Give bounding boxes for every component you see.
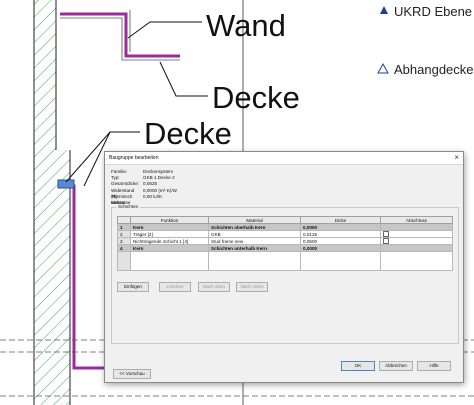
column-header[interactable]: Funktion [130,216,209,224]
preview-button[interactable]: << Vorschau [113,369,151,379]
cell-abschluss [380,237,453,245]
delete-button[interactable]: Löschen [159,282,191,292]
cell-dicke[interactable]: 0,0500 [300,237,381,245]
insert-button[interactable]: Einfügen [117,282,149,292]
property-value [143,200,291,206]
cell-material[interactable]: Schichten unterhalb Kern [208,244,301,252]
move-down-button[interactable]: Nach unten [236,282,268,292]
cell-abschluss [380,244,453,252]
cell-abschluss [380,223,453,231]
cell-dicke[interactable]: 0,0000 [300,223,381,231]
wall-finish-line-lower [70,184,104,370]
row-number[interactable]: 4 [117,244,131,252]
table-row[interactable]: 2 Träger [2] GKB 0,0125 [117,230,453,238]
row-number[interactable]: 1 [117,223,131,231]
dialog-titlebar[interactable]: Baugruppe bearbeiten × [105,152,463,165]
layers-group: Schichten Funktion Material Dicke Abschl… [111,204,459,344]
layers-table: Funktion Material Dicke Abschluss 1 Kern… [117,216,453,271]
leader-line-wand [127,21,202,39]
edit-assembly-dialog: Baugruppe bearbeiten × Familie: Deckensy… [104,151,464,383]
cell-funktion[interactable]: Kern [130,244,209,252]
cell-abschluss [380,230,453,238]
cell-material[interactable]: GKB [208,230,301,238]
column-header[interactable]: Dicke [300,216,381,224]
level-marker-outline-icon [377,62,389,74]
table-row[interactable]: 3 Nichttragende Schicht 1 [4] Stud frame… [117,237,453,245]
hatched-wall-region [34,0,56,405]
leader-line-decke-1 [159,61,208,97]
cancel-button[interactable]: Abbrechen [379,361,413,371]
cell-funktion[interactable]: Kern [130,223,209,231]
column-header [117,216,131,224]
level-marker-filled-icon [380,6,388,14]
row-number[interactable]: 3 [117,237,131,245]
properties-panel: Familie: Deckensystem Typ: GKB 1 Decke 2… [111,169,291,206]
cell-material[interactable]: Schichten oberhalb Kern [208,223,301,231]
cell-funktion[interactable]: Nichttragende Schicht 1 [4] [130,237,209,245]
cell-material[interactable]: Stud frame new [208,237,301,245]
table-header-row: Funktion Material Dicke Abschluss [117,216,453,224]
row-number[interactable]: 2 [117,230,131,238]
cell-funktion[interactable]: Träger [2] [130,230,209,238]
close-icon[interactable]: × [454,153,459,163]
table-row[interactable]: 1 Kern Schichten oberhalb Kern 0,0000 [117,223,453,231]
callout-wand: Wand [206,8,286,43]
wall-finish-line-top [60,12,180,58]
column-header[interactable]: Abschluss [380,216,453,224]
abschluss-checkbox[interactable] [383,238,389,244]
cell-dicke[interactable]: 0,0000 [300,244,381,252]
cell-dicke[interactable]: 0,0125 [300,230,381,238]
level-label-abhangdecke: Abhangdecke = [394,62,474,77]
callout-decke-1: Decke [212,80,300,115]
selected-element[interactable] [57,179,75,189]
dialog-title: Baugruppe bearbeiten [109,155,159,161]
layers-group-label: Schichten [116,204,141,209]
callout-decke-2: Decke [144,116,232,151]
table-row-empty [117,251,453,271]
table-row[interactable]: 4 Kern Schichten unterhalb Kern 0,0000 [117,244,453,252]
wall-finish-line-top-inner [60,17,180,61]
help-button[interactable]: Hilfe [417,361,451,371]
level-label-ukrd: UKRD Ebene 0 [394,4,474,19]
ok-button[interactable]: OK [341,361,375,371]
move-up-button[interactable]: Nach oben [198,282,230,292]
column-header[interactable]: Material [208,216,301,224]
abschluss-checkbox[interactable] [383,231,389,237]
